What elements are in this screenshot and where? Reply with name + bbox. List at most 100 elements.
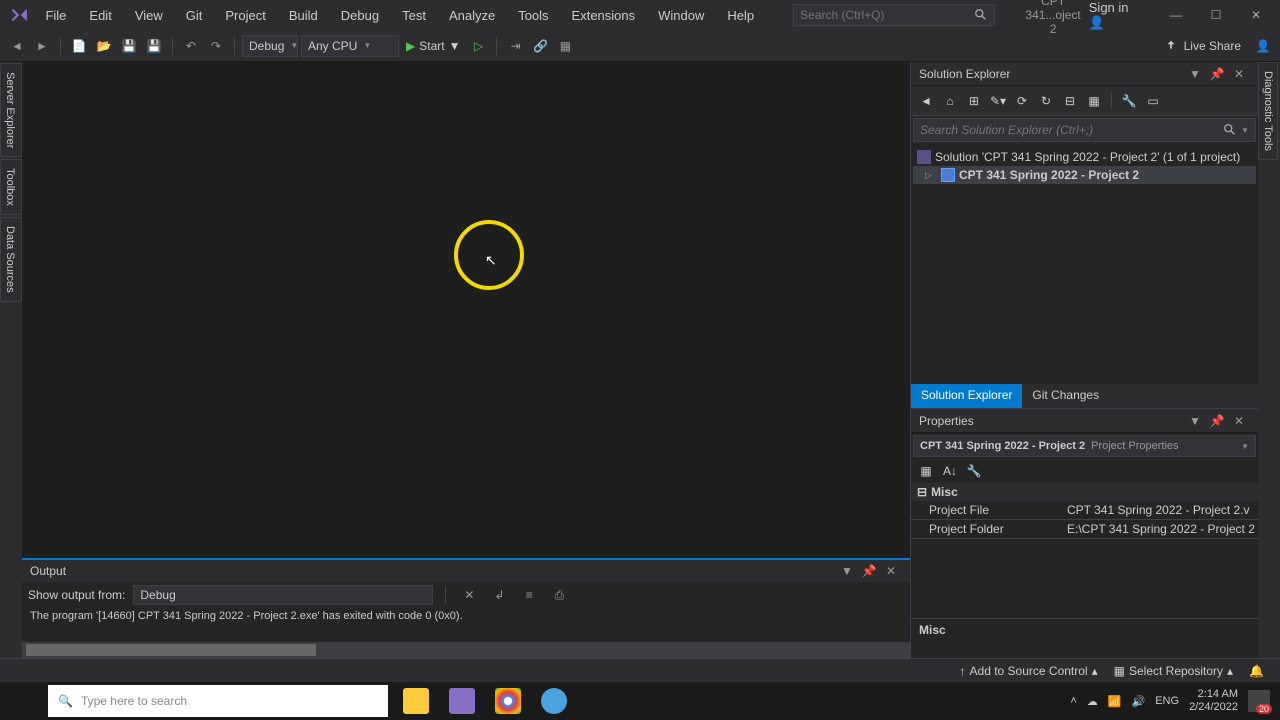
layout-button[interactable]: ▦ [554,35,576,57]
server-explorer-tab[interactable]: Server Explorer [0,63,22,157]
property-pages-button[interactable]: 🔧 [963,460,985,482]
menu-file[interactable]: File [34,4,77,27]
title-bar: File Edit View Git Project Build Debug T… [0,0,1280,30]
properties-subject[interactable]: CPT 341 Spring 2022 - Project 2 Project … [913,435,1256,457]
data-sources-tab[interactable]: Data Sources [0,217,22,302]
action-center-button[interactable]: 20 [1248,690,1270,712]
feedback-button[interactable]: 👤 [1252,35,1274,57]
wifi-icon[interactable]: 📶 [1108,695,1122,708]
visual-studio-app[interactable] [440,682,484,720]
collapse-button[interactable]: ⊟ [1059,90,1081,112]
start-debug-button[interactable]: ▶Start▼ [402,35,464,57]
prop-project-folder[interactable]: Project Folder E:\CPT 341 Spring 2022 - … [911,520,1258,539]
switch-views-button[interactable]: ⊞ [963,90,985,112]
live-share-button[interactable]: Live Share [1156,39,1249,53]
platform-dropdown[interactable]: Any CPU▼ [301,35,399,57]
window-position-button[interactable]: ▼ [1184,410,1206,432]
output-hscrollbar[interactable] [22,642,910,658]
menu-project[interactable]: Project [214,4,276,27]
redo-button[interactable]: ↷ [205,35,227,57]
refresh-button[interactable]: ↻ [1035,90,1057,112]
show-all-button[interactable]: ▦ [1083,90,1105,112]
maximize-button[interactable]: ☐ [1196,1,1236,29]
properties-button[interactable]: 🔧 [1118,90,1140,112]
minimize-button[interactable]: — [1156,1,1196,29]
window-title: CPT 341...oject 2 [995,0,1080,36]
clock[interactable]: 2:14 AM 2/24/2022 [1189,688,1238,714]
nav-back-button[interactable]: ◄ [6,35,28,57]
window-position-button[interactable]: ▼ [836,560,858,582]
menu-test[interactable]: Test [391,4,437,27]
new-project-button[interactable]: 📄 [68,35,90,57]
close-panel-button[interactable]: ✕ [1228,63,1250,85]
clear-output-button[interactable]: ✕ [458,584,480,606]
pin-button[interactable]: 📌 [1206,410,1228,432]
menu-window[interactable]: Window [647,4,715,27]
output-source-dropdown[interactable]: Debug [133,585,433,605]
project-node[interactable]: ▷ CPT 341 Spring 2022 - Project 2 [913,166,1256,184]
select-repository-button[interactable]: ▦ Select Repository ▴ [1106,664,1241,678]
onedrive-icon[interactable]: ☁ [1087,695,1098,708]
sync-button[interactable]: ⟳ [1011,90,1033,112]
chevron-right-icon[interactable]: ▷ [925,170,937,181]
properties-grid[interactable]: ⊟Misc Project File CPT 341 Spring 2022 -… [911,483,1258,618]
global-search[interactable] [793,4,995,26]
output-text[interactable]: The program '[14660] CPT 341 Spring 2022… [22,608,910,642]
menu-tools[interactable]: Tools [507,4,559,27]
menu-edit[interactable]: Edit [78,4,122,27]
notifications-button[interactable]: 🔔 [1241,664,1272,678]
start-nodebug-button[interactable]: ▷ [467,35,489,57]
solution-search[interactable]: ▼ [913,118,1256,142]
preview-button[interactable]: ▭ [1142,90,1164,112]
menu-debug[interactable]: Debug [330,4,390,27]
save-button[interactable]: 💾 [118,35,140,57]
chrome-app[interactable] [486,682,530,720]
file-explorer-app[interactable] [394,682,438,720]
undo-button[interactable]: ↶ [180,35,202,57]
open-button[interactable]: 📂 [93,35,115,57]
pin-button[interactable]: 📌 [1206,63,1228,85]
solution-node[interactable]: Solution 'CPT 341 Spring 2022 - Project … [913,148,1256,166]
language-indicator[interactable]: ENG [1155,695,1179,707]
window-position-button[interactable]: ▼ [1184,63,1206,85]
tray-chevron-icon[interactable]: ˄ [1070,695,1076,707]
diagnostic-tools-tab[interactable]: Diagnostic Tools [1258,62,1278,160]
alphabetical-button[interactable]: A↓ [939,460,961,482]
recorder-app[interactable] [532,682,576,720]
pin-button[interactable]: 📌 [858,560,880,582]
add-source-control-button[interactable]: ↑ Add to Source Control ▴ [952,664,1106,678]
menu-view[interactable]: View [124,4,174,27]
nav-fwd-button[interactable]: ► [31,35,53,57]
prop-project-file[interactable]: Project File CPT 341 Spring 2022 - Proje… [911,501,1258,520]
save-all-button[interactable]: 💾 [143,35,165,57]
global-search-input[interactable] [800,8,974,22]
toolbox-tab[interactable]: Toolbox [0,159,22,215]
volume-icon[interactable]: 🔊 [1132,695,1146,708]
tab-solution-explorer[interactable]: Solution Explorer [911,384,1022,408]
output-opt2-button[interactable]: ⎙ [548,584,570,606]
pending-changes-button[interactable]: ✎▾ [987,90,1009,112]
home-button[interactable]: ⌂ [939,90,961,112]
menu-analyze[interactable]: Analyze [438,4,506,27]
close-button[interactable]: ✕ [1236,1,1276,29]
category-misc[interactable]: ⊟Misc [911,483,1258,501]
wrap-button[interactable]: ↲ [488,584,510,606]
solution-search-input[interactable] [920,123,1223,137]
solution-tree[interactable]: Solution 'CPT 341 Spring 2022 - Project … [911,144,1258,384]
sign-in-button[interactable]: Sign in 👤 [1081,0,1140,35]
step-button[interactable]: ⇥ [504,35,526,57]
menu-extensions[interactable]: Extensions [561,4,647,27]
taskbar-search[interactable]: 🔍 Type here to search [48,685,388,717]
categorized-button[interactable]: ▦ [915,460,937,482]
menu-help[interactable]: Help [716,4,765,27]
menu-build[interactable]: Build [278,4,329,27]
back-button[interactable]: ◄ [915,90,937,112]
right-panels: Solution Explorer ▼ 📌 ✕ ◄ ⌂ ⊞ ✎▾ ⟳ ↻ ⊟ ▦… [910,62,1258,658]
browser-link-button[interactable]: 🔗 [529,35,551,57]
output-opt1-button[interactable]: ≡ [518,584,540,606]
close-panel-button[interactable]: ✕ [1228,410,1250,432]
menu-git[interactable]: Git [175,4,214,27]
close-panel-button[interactable]: ✕ [880,560,902,582]
config-dropdown[interactable]: Debug▼ [242,35,298,57]
tab-git-changes[interactable]: Git Changes [1022,384,1109,408]
